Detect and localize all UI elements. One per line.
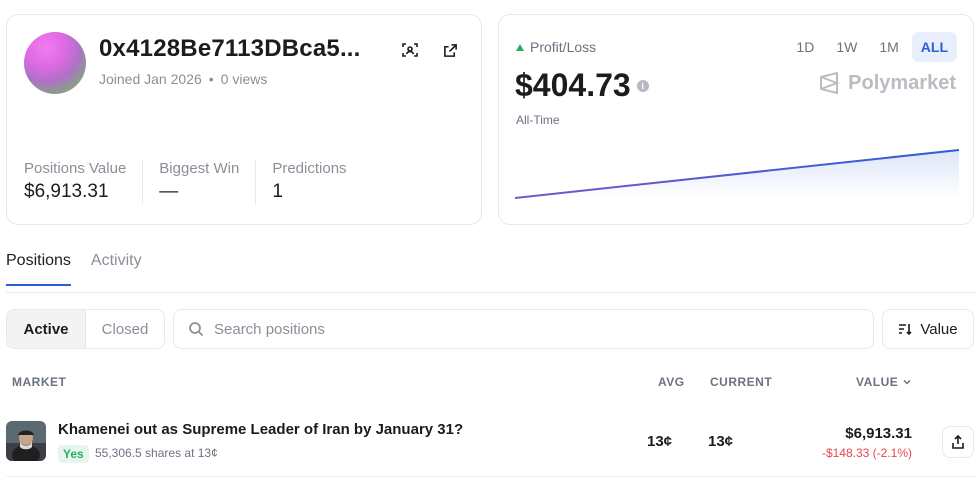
chevron-down-icon — [903, 379, 911, 385]
tab-activity[interactable]: Activity — [91, 252, 142, 286]
current-price: 13¢ — [708, 433, 734, 450]
range-1d-button[interactable]: 1D — [787, 32, 823, 62]
joined-date: Joined Jan 2026 — [99, 71, 202, 87]
trend-up-icon — [516, 43, 524, 51]
outcome-badge: Yes — [58, 445, 89, 463]
stat-label: Positions Value — [24, 160, 127, 177]
profile-tabs: Positions Activity — [6, 252, 142, 286]
column-current: CURRENT — [710, 375, 773, 389]
pnl-amount: $404.73 — [515, 67, 631, 103]
stat-label: Predictions — [272, 160, 347, 177]
search-input[interactable] — [214, 320, 814, 338]
separator-dot: • — [208, 71, 214, 87]
market-title[interactable]: Khamenei out as Supreme Leader of Iran b… — [58, 421, 463, 438]
tab-divider — [6, 292, 976, 293]
column-value[interactable]: VALUE — [856, 375, 912, 389]
pnl-label: Profit/Loss — [516, 39, 596, 55]
pnl-range-label: All-Time — [516, 113, 560, 127]
share-button[interactable] — [942, 426, 974, 458]
profile-card: 0x4128Be7113DBca5... Joined Jan 2026 • 0 v… — [6, 14, 482, 225]
profile-meta: Joined Jan 2026 • 0 views — [99, 71, 267, 87]
pnl-label-text: Profit/Loss — [530, 39, 597, 55]
view-count: 0 views — [220, 71, 268, 87]
avg-price: 13¢ — [647, 433, 673, 450]
shares-info: 55,306.5 shares at 13¢ — [95, 446, 218, 460]
stat-value: $6,913.31 — [24, 181, 109, 202]
external-link-icon[interactable] — [439, 39, 461, 61]
info-icon[interactable]: i — [636, 79, 649, 92]
sort-icon — [899, 324, 912, 336]
column-avg: AVG — [658, 375, 685, 389]
scan-icon[interactable] — [399, 39, 421, 61]
range-1m-button[interactable]: 1M — [870, 32, 907, 62]
range-all-button[interactable]: ALL — [911, 32, 957, 62]
value-change: -$148.33 (-2.1%) — [821, 446, 912, 460]
stat-positions-value: Positions Value $6,913.31 — [24, 160, 144, 204]
market-thumbnail — [6, 421, 46, 461]
position-value: $6,913.31 — [845, 425, 912, 442]
share-icon — [952, 435, 964, 449]
brand-name: Polymarket — [848, 71, 956, 94]
stat-predictions: Predictions 1 — [272, 160, 362, 204]
active-filter-button[interactable]: Active — [7, 310, 86, 348]
stat-value: 1 — [272, 181, 283, 202]
stat-value: — — [159, 181, 179, 202]
closed-filter-button[interactable]: Closed — [86, 310, 164, 348]
stat-label: Biggest Win — [159, 160, 240, 177]
search-box — [173, 309, 874, 349]
polymarket-logo-icon — [820, 71, 841, 95]
profile-stats: Positions Value $6,913.31 Biggest Win — … — [24, 160, 379, 204]
range-selector: 1D 1W 1M ALL — [787, 32, 957, 62]
column-value-label: VALUE — [856, 375, 899, 389]
pnl-value: $404.73 i — [515, 67, 649, 104]
avatar — [24, 32, 86, 94]
polymarket-brand: Polymarket — [818, 71, 956, 95]
row-divider — [6, 476, 976, 477]
stat-biggest-win: Biggest Win — — [159, 160, 257, 204]
search-icon — [189, 322, 204, 337]
tab-positions[interactable]: Positions — [6, 252, 71, 286]
wallet-address: 0x4128Be7113DBca5... — [99, 35, 361, 62]
column-market: MARKET — [12, 375, 67, 389]
sort-button[interactable]: Value — [882, 309, 974, 349]
pnl-chart — [515, 149, 959, 199]
status-segment: Active Closed — [6, 309, 165, 349]
sort-label: Value — [920, 320, 958, 338]
table-row[interactable]: Khamenei out as Supreme Leader of Iran b… — [6, 416, 976, 476]
range-1w-button[interactable]: 1W — [827, 32, 866, 62]
profit-loss-card: Profit/Loss $404.73 i All-Time 1D 1W 1M … — [498, 14, 974, 225]
